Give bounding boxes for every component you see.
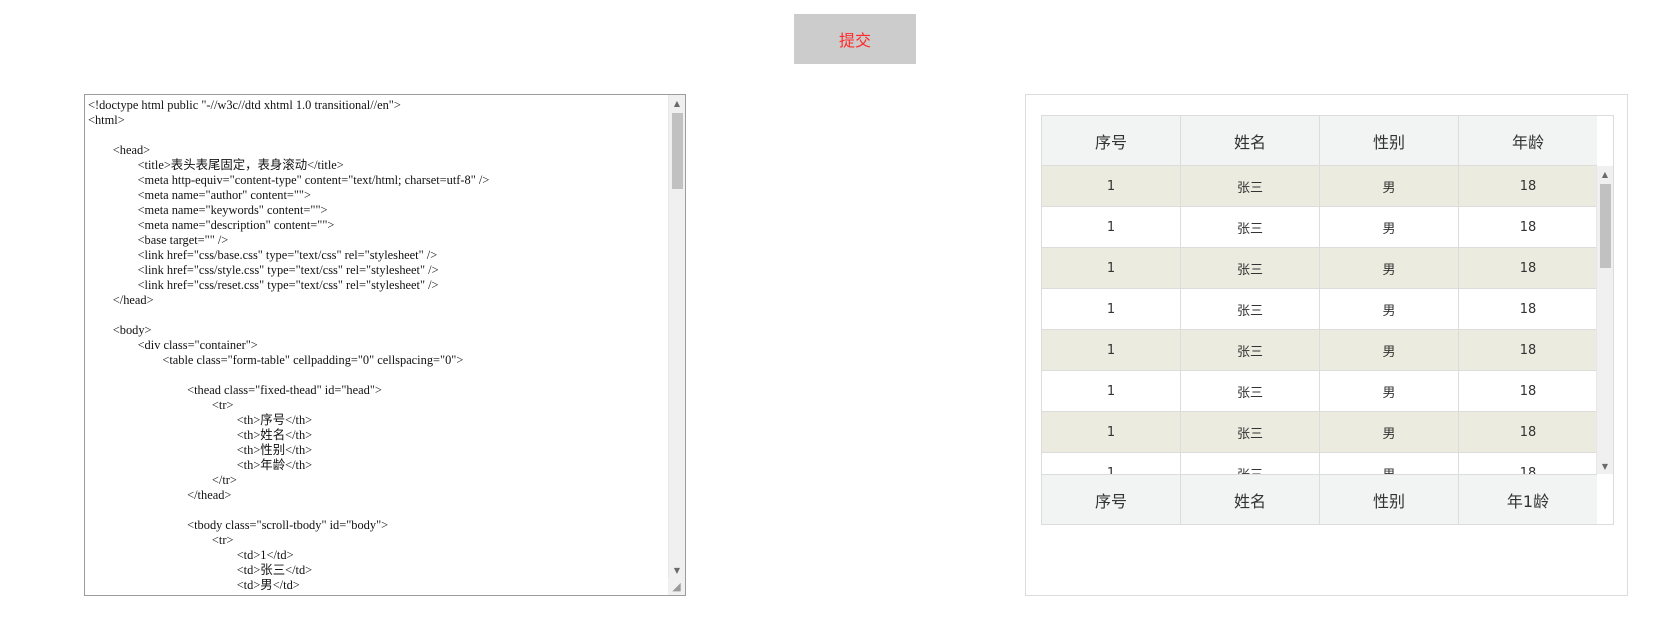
footer-cell-index: 序号 bbox=[1042, 475, 1181, 524]
fixed-header-table: 序号 姓名 性别 年龄 1 张三男 18 1 张三男 18 1 张三男 18 1 张三男 18 1 张三男… bbox=[1041, 115, 1614, 525]
table-cell-gender: 男 bbox=[1320, 207, 1459, 247]
code-line: </head> bbox=[88, 293, 154, 307]
code-line: <table class="form-table" cellpadding="0… bbox=[88, 353, 464, 367]
table-cell-name: 张三 bbox=[1181, 330, 1320, 370]
scroll-up-arrow-icon[interactable]: ▲ bbox=[1597, 166, 1613, 182]
code-line: <meta name="author" content=""> bbox=[88, 188, 311, 202]
code-line: <link href="css/reset.css" type="text/cs… bbox=[88, 278, 439, 292]
table-cell-age: 18 bbox=[1519, 301, 1537, 317]
table-cell-age: 18 bbox=[1519, 465, 1537, 475]
code-line: <link href="css/base.css" type="text/css… bbox=[88, 248, 438, 262]
header-cell-age: 年龄 bbox=[1511, 132, 1544, 152]
table-row: 1张三男 18 bbox=[1042, 453, 1597, 474]
table-cell-index: 1 bbox=[1042, 289, 1181, 329]
table-row: 1张三男 18 bbox=[1042, 248, 1597, 289]
table-cell-gender: 男 bbox=[1320, 453, 1459, 474]
code-line: <th>年龄</th> bbox=[88, 458, 313, 472]
table-body: 1 张三男 18 1 张三男 18 1 张三男 18 1 张三男 18 1 张三男 18 1 张三男 18 1 张三男… bbox=[1042, 166, 1597, 474]
code-editor-scrollbar[interactable]: ▲ ▼ bbox=[668, 95, 685, 578]
table-cell-age: 18 bbox=[1519, 424, 1537, 440]
table-cell-age: 18 bbox=[1519, 178, 1537, 194]
table-cell-gender: 男 bbox=[1320, 371, 1459, 411]
table-cell-gender: 男 bbox=[1320, 412, 1459, 452]
table-row: 1张三男 18 bbox=[1042, 289, 1597, 330]
scrollbar-thumb[interactable] bbox=[672, 113, 683, 189]
code-line: <html> bbox=[88, 113, 125, 127]
code-line: <tbody class="scroll-tbody" id="body"> bbox=[88, 518, 389, 532]
table-row: 1张三男 18 bbox=[1042, 412, 1597, 453]
code-line: <base target="" /> bbox=[88, 233, 229, 247]
code-line: <tr> bbox=[88, 533, 234, 547]
table-cell-name: 张三 bbox=[1181, 207, 1320, 247]
code-line: <div class="container"> bbox=[88, 338, 258, 352]
table-cell-name: 张三 bbox=[1181, 289, 1320, 329]
scroll-up-arrow-icon[interactable]: ▲ bbox=[669, 95, 685, 111]
code-line: <td>1</td> bbox=[88, 548, 294, 562]
code-line: <meta name="description" content=""> bbox=[88, 218, 335, 232]
footer-cell-gender: 性别 bbox=[1320, 475, 1459, 524]
code-line: <meta http-equiv="content-type" content=… bbox=[88, 173, 490, 187]
code-line: <meta name="keywords" content=""> bbox=[88, 203, 328, 217]
code-line: </thead> bbox=[88, 488, 232, 502]
table-cell-age: 18 bbox=[1519, 383, 1537, 399]
table-footer-row: 序号 姓名 性别 年1龄 bbox=[1042, 474, 1597, 524]
resize-grip-icon[interactable]: ◢ bbox=[668, 578, 685, 595]
scrollbar-thumb[interactable] bbox=[1600, 184, 1611, 268]
header-cell-name: 姓名 bbox=[1181, 116, 1320, 165]
table-row: 1张三男 18 bbox=[1042, 330, 1597, 371]
table-cell-name: 张三 bbox=[1181, 248, 1320, 288]
header-cell-index: 序号 bbox=[1042, 116, 1181, 165]
table-cell-name: 张三 bbox=[1181, 166, 1320, 206]
code-line: <!doctype html public "-//w3c//dtd xhtml… bbox=[88, 98, 401, 112]
table-body-scrollbar[interactable]: ▲ ▼ bbox=[1596, 166, 1613, 474]
table-cell-age: 18 bbox=[1519, 342, 1537, 358]
table-cell-age: 18 bbox=[1519, 219, 1537, 235]
code-line: <td>男</td> bbox=[88, 578, 300, 592]
code-line: <head> bbox=[88, 143, 151, 157]
header-cell-gender: 性别 bbox=[1320, 116, 1459, 165]
table-row: 1张三男 18 bbox=[1042, 166, 1597, 207]
table-body-scroll-area[interactable]: 1 张三男 18 1 张三男 18 1 张三男 18 1 张三男 18 1 张三男 18 1 张三男 18 1 张三男… bbox=[1042, 166, 1613, 474]
code-line: <link href="css/style.css" type="text/cs… bbox=[88, 263, 439, 277]
code-line: <th>姓名</th> bbox=[88, 428, 313, 442]
table-cell-index: 1 bbox=[1042, 330, 1181, 370]
table-cell-gender: 男 bbox=[1320, 248, 1459, 288]
footer-cell-name: 姓名 bbox=[1181, 475, 1320, 524]
code-line: </tr> bbox=[88, 473, 237, 487]
table-row: 1张三男 18 bbox=[1042, 371, 1597, 412]
table-cell-name: 张三 bbox=[1181, 412, 1320, 452]
code-line: <th>序号</th> bbox=[88, 413, 313, 427]
code-line: <body> bbox=[88, 323, 152, 337]
table-row: 1张三男 18 bbox=[1042, 207, 1597, 248]
code-editor-textarea[interactable]: <!doctype html public "-//w3c//dtd xhtml… bbox=[84, 94, 686, 596]
table-cell-gender: 男 bbox=[1320, 289, 1459, 329]
code-editor-content[interactable]: <!doctype html public "-//w3c//dtd xhtml… bbox=[88, 98, 667, 595]
code-line: <tr> bbox=[88, 398, 234, 412]
table-preview-panel: 序号 姓名 性别 年龄 1 张三男 18 1 张三男 18 1 张三男 18 1 张三男 18 1 张三男… bbox=[1025, 94, 1628, 596]
table-cell-gender: 男 bbox=[1320, 330, 1459, 370]
code-line: <td>张三</td> bbox=[88, 563, 313, 577]
scroll-down-arrow-icon[interactable]: ▼ bbox=[669, 562, 685, 578]
code-line: <thead class="fixed-thead" id="head"> bbox=[88, 383, 382, 397]
code-line: <th>性别</th> bbox=[88, 443, 313, 457]
table-cell-name: 张三 bbox=[1181, 453, 1320, 474]
footer-cell-age: 年1龄 bbox=[1506, 491, 1550, 511]
table-cell-index: 1 bbox=[1042, 453, 1181, 474]
table-cell-index: 1 bbox=[1042, 412, 1181, 452]
table-cell-index: 1 bbox=[1042, 248, 1181, 288]
table-cell-index: 1 bbox=[1042, 371, 1181, 411]
scroll-down-arrow-icon[interactable]: ▼ bbox=[1597, 458, 1613, 474]
table-cell-index: 1 bbox=[1042, 207, 1181, 247]
table-cell-gender: 男 bbox=[1320, 166, 1459, 206]
table-cell-index: 1 bbox=[1042, 166, 1181, 206]
table-cell-age: 18 bbox=[1519, 260, 1537, 276]
code-line: <title>表头表尾固定，表身滚动</title> bbox=[88, 158, 344, 172]
table-cell-name: 张三 bbox=[1181, 371, 1320, 411]
submit-button[interactable]: 提交 bbox=[794, 14, 916, 64]
table-header-row: 序号 姓名 性别 年龄 bbox=[1042, 116, 1597, 166]
